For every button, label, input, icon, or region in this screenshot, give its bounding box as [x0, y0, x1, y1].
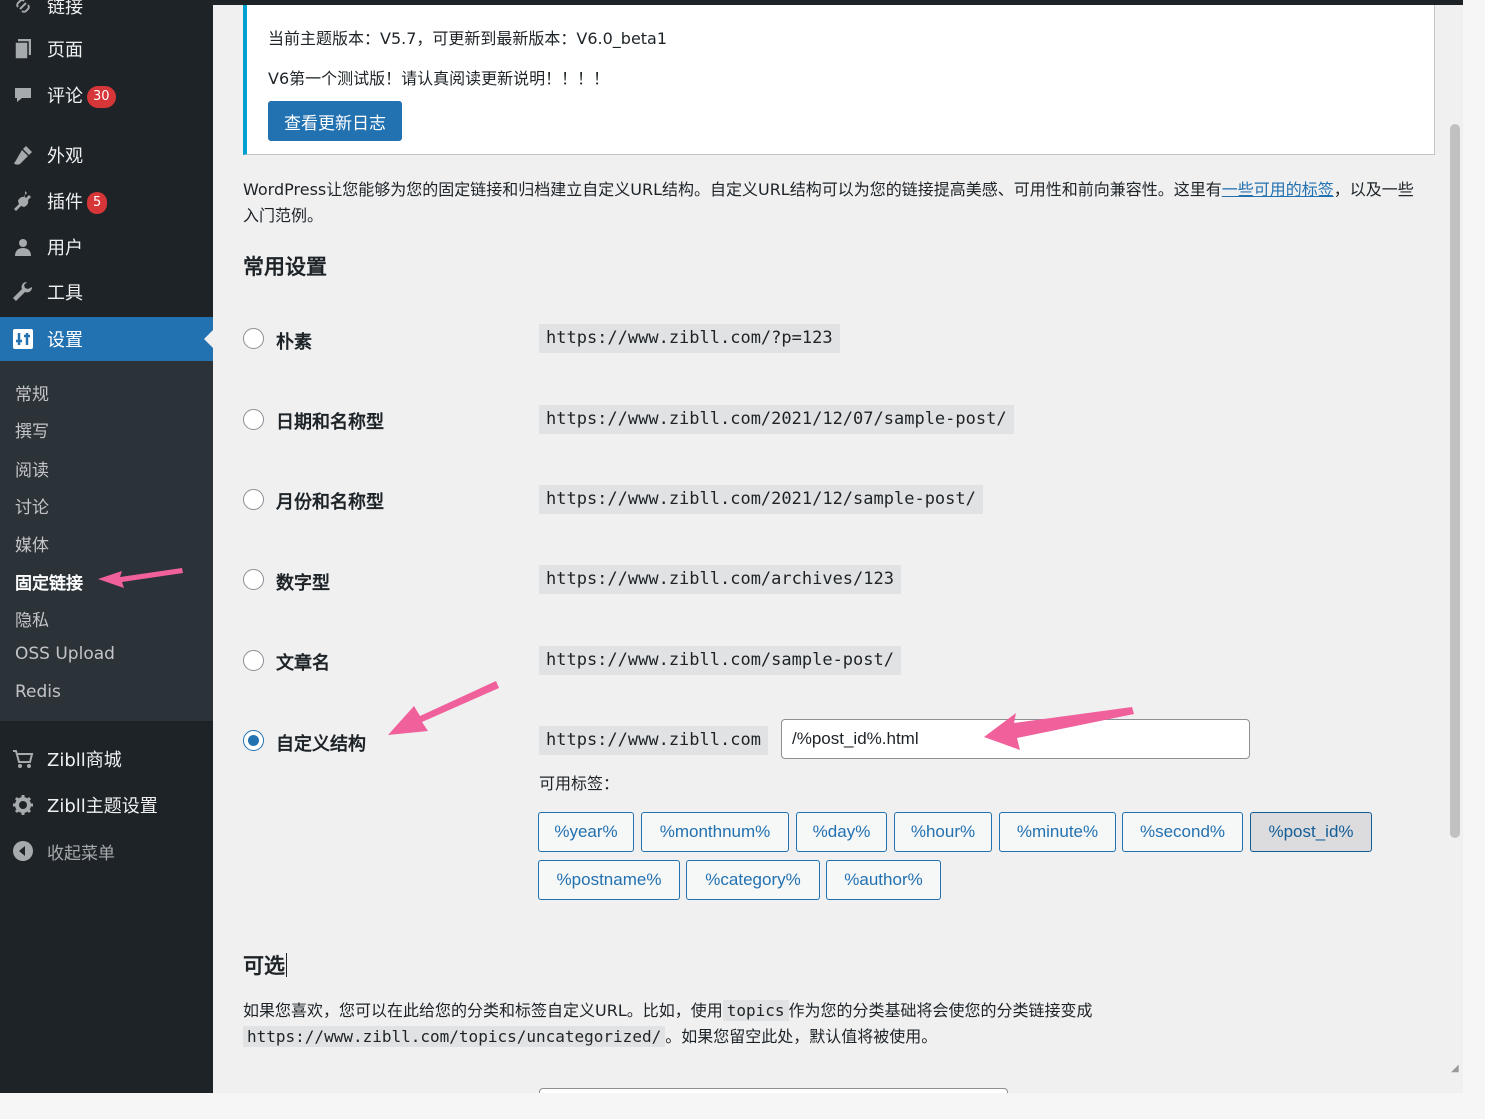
link-icon: [12, 0, 34, 17]
tag-button-category[interactable]: %category%: [686, 860, 820, 900]
optional-description: 如果您喜欢，您可以在此给您的分类和标签自定义URL。比如，使用 topics 作为您…: [243, 1000, 1093, 1047]
menu-item-tools[interactable]: 工具: [0, 270, 213, 314]
menu-item-zibll-theme-settings[interactable]: Zibll主题设置: [0, 783, 213, 827]
tag-button-postname[interactable]: %postname%: [538, 860, 680, 900]
example-url-post-name: https://www.zibll.com/sample-post/: [539, 646, 901, 675]
code-topics: topics: [722, 1000, 789, 1021]
resize-grip-icon[interactable]: ◢: [1451, 1063, 1461, 1074]
tag-button-day[interactable]: %day%: [796, 812, 887, 852]
option-label-custom-structure[interactable]: 自定义结构: [276, 730, 366, 756]
bottom-strip: [0, 1093, 1485, 1119]
available-tags-label: 可用标签：: [539, 774, 620, 793]
radio-plain[interactable]: [243, 328, 264, 349]
appearance-brush-icon: [12, 144, 34, 166]
example-url-numeric: https://www.zibll.com/archives/123: [539, 565, 901, 594]
menu-label: 设置: [47, 330, 83, 351]
submenu-media[interactable]: 媒体: [15, 531, 49, 556]
tag-button-second[interactable]: %second%: [1122, 812, 1243, 852]
option-label-plain[interactable]: 朴素: [276, 328, 312, 354]
submenu-writing[interactable]: 撰写: [15, 417, 49, 442]
menu-label: 用户: [47, 238, 83, 259]
option-label-post-name[interactable]: 文章名: [276, 649, 330, 675]
menu-label: 工具: [47, 283, 83, 304]
cart-icon: [12, 748, 34, 770]
tag-button-post-id[interactable]: %post_id%: [1250, 812, 1372, 852]
page-icon: [12, 38, 34, 60]
gear-icon: [12, 794, 34, 816]
custom-structure-input[interactable]: [781, 719, 1250, 759]
submenu-oss-upload[interactable]: OSS Upload: [15, 644, 115, 664]
tag-button-monthnum[interactable]: %monthnum%: [641, 812, 789, 852]
custom-structure-base-url: https://www.zibll.com: [539, 726, 768, 755]
menu-label: 页面: [47, 40, 83, 61]
tag-button-minute[interactable]: %minute%: [999, 812, 1116, 852]
menu-item-appearance[interactable]: 外观: [0, 133, 213, 177]
menu-label: 收起菜单: [47, 843, 115, 864]
code-category-url: https://www.zibll.com/topics/uncategoriz…: [243, 1026, 666, 1047]
comment-icon: [12, 84, 34, 106]
option-label-month-name[interactable]: 月份和名称型: [276, 488, 384, 514]
example-url-month-name: https://www.zibll.com/2021/12/sample-pos…: [539, 485, 983, 514]
menu-label: 外观: [47, 146, 83, 167]
menu-label: Zibll商城: [47, 750, 122, 771]
menu-label: 评论 30: [47, 82, 116, 108]
collapse-menu-button[interactable]: 收起菜单: [0, 829, 213, 873]
submenu-discussion[interactable]: 讨论: [15, 493, 49, 518]
text-caret: [286, 953, 287, 977]
menu-item-plugins[interactable]: 插件 5: [0, 179, 213, 223]
submenu-permalinks[interactable]: 固定链接: [15, 569, 83, 594]
example-url-day-name: https://www.zibll.com/2021/12/07/sample-…: [539, 405, 1014, 434]
intro-text: WordPress让您能够为您的固定链接和归档建立自定义URL结构。自定义URL…: [243, 177, 1423, 229]
notice-beta-line: V6第一个测试版！请认真阅读更新说明！！！！: [268, 69, 610, 88]
tag-button-author[interactable]: %author%: [826, 860, 941, 900]
intro-body: WordPress让您能够为您的固定链接和归档建立自定义URL结构。自定义URL…: [243, 180, 1222, 199]
menu-item-comments[interactable]: 评论 30: [0, 73, 213, 117]
submenu-general[interactable]: 常规: [15, 380, 49, 405]
radio-post-name[interactable]: [243, 650, 264, 671]
theme-update-notice: 当前主题版本：V5.7，可更新到最新版本：V6.0_beta1 V6第一个测试版…: [243, 5, 1435, 155]
tag-button-year[interactable]: %year%: [538, 812, 634, 852]
user-icon: [12, 236, 34, 258]
menu-label: 链接: [47, 0, 83, 18]
collapse-icon: [12, 840, 34, 862]
common-settings-heading: 常用设置: [243, 255, 327, 279]
settings-icon: [12, 328, 34, 350]
plugin-update-badge: 5: [87, 192, 108, 214]
submenu-reading[interactable]: 阅读: [15, 456, 49, 481]
plugin-icon: [12, 190, 34, 212]
wrench-icon: [12, 281, 34, 303]
menu-label: 插件 5: [47, 188, 108, 214]
option-label-numeric[interactable]: 数字型: [276, 569, 330, 595]
optional-heading: 可选: [243, 953, 287, 978]
menu-item-links[interactable]: 链接: [0, 0, 213, 28]
radio-month-name[interactable]: [243, 489, 264, 510]
comment-count-badge: 30: [87, 86, 116, 108]
main-content: 当前主题版本：V5.7，可更新到最新版本：V6.0_beta1 V6第一个测试版…: [213, 0, 1463, 1093]
menu-label: Zibll主题设置: [47, 796, 158, 817]
active-indicator: [204, 330, 213, 348]
menu-item-users[interactable]: 用户: [0, 225, 213, 269]
vertical-scrollbar[interactable]: [1450, 124, 1460, 838]
notice-version-line: 当前主题版本：V5.7，可更新到最新版本：V6.0_beta1: [268, 29, 668, 48]
example-url-plain: https://www.zibll.com/?p=123: [539, 324, 840, 353]
option-label-day-name[interactable]: 日期和名称型: [276, 408, 384, 434]
radio-day-name[interactable]: [243, 409, 264, 430]
view-changelog-button[interactable]: 查看更新日志: [268, 101, 402, 141]
submenu-redis[interactable]: Redis: [15, 682, 61, 702]
available-tags-link[interactable]: 一些可用的标签: [1222, 180, 1334, 199]
admin-sidebar: 链接 页面 评论 30 外观 插件 5 用户 工具 设置 常规 撰写 阅读 讨论…: [0, 0, 213, 1093]
menu-item-zibll-shop[interactable]: Zibll商城: [0, 737, 213, 781]
menu-item-pages[interactable]: 页面: [0, 27, 213, 71]
settings-submenu: 常规 撰写 阅读 讨论 媒体 固定链接 隐私 OSS Upload Redis: [0, 361, 213, 721]
menu-item-settings[interactable]: 设置: [0, 317, 213, 361]
radio-numeric[interactable]: [243, 569, 264, 590]
radio-custom-structure[interactable]: [243, 730, 264, 751]
submenu-privacy[interactable]: 隐私: [15, 606, 49, 631]
tag-button-hour[interactable]: %hour%: [894, 812, 992, 852]
